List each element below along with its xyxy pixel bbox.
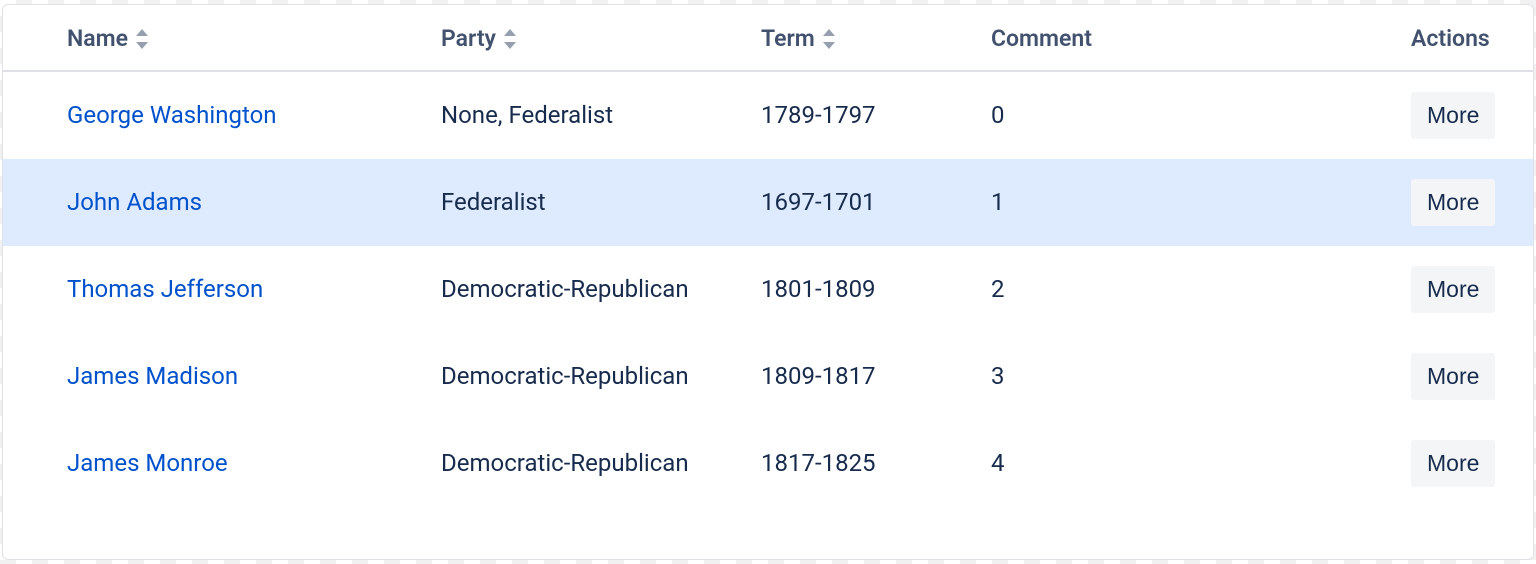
sort-icon bbox=[136, 29, 148, 49]
column-header-actions: Actions bbox=[1411, 25, 1490, 52]
column-header-name[interactable]: Name bbox=[67, 25, 148, 52]
comment-cell: 2 bbox=[973, 246, 1393, 333]
table-header-row: Name Party Term bbox=[3, 5, 1533, 71]
more-button[interactable]: More bbox=[1411, 266, 1495, 313]
more-button[interactable]: More bbox=[1411, 92, 1495, 139]
table-row: George Washington None, Federalist1789-17… bbox=[3, 71, 1533, 159]
column-header-party[interactable]: Party bbox=[441, 25, 516, 52]
more-button[interactable]: More bbox=[1411, 440, 1495, 487]
term-cell: 1801-1809 bbox=[743, 246, 973, 333]
party-cell: Federalist bbox=[423, 159, 743, 246]
name-link[interactable]: George Washington bbox=[67, 101, 277, 129]
term-cell: 1817-1825 bbox=[743, 420, 973, 507]
more-button[interactable]: More bbox=[1411, 179, 1495, 226]
comment-cell: 0 bbox=[973, 71, 1393, 159]
column-header-party-label: Party bbox=[441, 25, 496, 52]
presidents-table: Name Party Term bbox=[3, 5, 1533, 507]
name-link[interactable]: John Adams bbox=[67, 188, 202, 216]
column-header-comment: Comment bbox=[991, 25, 1092, 52]
table-body: George Washington None, Federalist1789-17… bbox=[3, 71, 1533, 507]
checker-canvas: Name Party Term bbox=[0, 0, 1536, 564]
comment-cell: 4 bbox=[973, 420, 1393, 507]
term-cell: 1809-1817 bbox=[743, 333, 973, 420]
table-row: John Adams Federalist1697-17011 More bbox=[3, 159, 1533, 246]
name-link[interactable]: Thomas Jefferson bbox=[67, 275, 263, 303]
table-row: James Madison Democratic-Republican1809-1… bbox=[3, 333, 1533, 420]
party-cell: Democratic-Republican bbox=[423, 246, 743, 333]
column-header-term-label: Term bbox=[761, 25, 815, 52]
name-link[interactable]: James Monroe bbox=[67, 449, 228, 477]
comment-cell: 1 bbox=[973, 159, 1393, 246]
sort-icon bbox=[823, 29, 835, 49]
table-panel: Name Party Term bbox=[2, 4, 1534, 560]
sort-icon bbox=[504, 29, 516, 49]
name-link[interactable]: James Madison bbox=[67, 362, 238, 390]
table-row: Thomas Jefferson Democratic-Republican180… bbox=[3, 246, 1533, 333]
term-cell: 1697-1701 bbox=[743, 159, 973, 246]
term-cell: 1789-1797 bbox=[743, 71, 973, 159]
comment-cell: 3 bbox=[973, 333, 1393, 420]
party-cell: Democratic-Republican bbox=[423, 420, 743, 507]
party-cell: Democratic-Republican bbox=[423, 333, 743, 420]
more-button[interactable]: More bbox=[1411, 353, 1495, 400]
party-cell: None, Federalist bbox=[423, 71, 743, 159]
column-header-name-label: Name bbox=[67, 25, 128, 52]
table-row: James Monroe Democratic-Republican1817-18… bbox=[3, 420, 1533, 507]
column-header-term[interactable]: Term bbox=[761, 25, 835, 52]
